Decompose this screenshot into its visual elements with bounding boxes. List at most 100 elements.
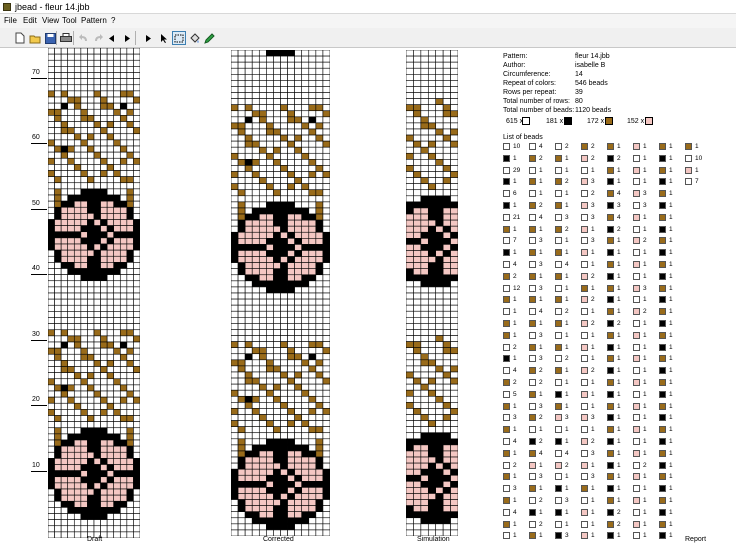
bead[interactable] [80, 84, 88, 92]
bead[interactable] [251, 165, 260, 172]
bead[interactable] [54, 157, 62, 165]
bead[interactable] [266, 414, 274, 421]
bead[interactable] [266, 462, 274, 470]
bead[interactable] [100, 311, 108, 318]
bead[interactable] [406, 213, 414, 221]
bead[interactable] [413, 316, 422, 324]
bead[interactable] [231, 146, 239, 154]
bead[interactable] [67, 298, 75, 306]
bead[interactable] [301, 389, 310, 397]
bead[interactable] [126, 225, 134, 233]
bead[interactable] [126, 513, 134, 520]
bead[interactable] [113, 194, 121, 202]
bead[interactable] [251, 377, 260, 385]
bead[interactable] [287, 505, 295, 513]
bead[interactable] [251, 140, 260, 148]
bead[interactable] [48, 366, 55, 373]
bead[interactable] [237, 383, 246, 391]
bead[interactable] [67, 127, 75, 135]
bead[interactable] [413, 92, 422, 99]
bead[interactable] [231, 140, 239, 148]
bead[interactable] [322, 86, 330, 93]
bead[interactable] [258, 298, 267, 306]
bead[interactable] [126, 451, 134, 459]
bead[interactable] [406, 92, 414, 99]
bead[interactable] [73, 304, 82, 312]
bead[interactable] [280, 323, 288, 330]
bead[interactable] [119, 525, 128, 533]
bead[interactable] [301, 61, 310, 69]
bead[interactable] [93, 231, 101, 239]
bead[interactable] [106, 59, 115, 67]
bead[interactable] [315, 116, 324, 124]
bead[interactable] [308, 116, 317, 124]
bead[interactable] [251, 183, 260, 191]
bead[interactable] [308, 189, 317, 197]
bead[interactable] [54, 231, 62, 239]
bead[interactable] [113, 353, 121, 361]
bead[interactable] [427, 122, 437, 130]
bead[interactable] [258, 55, 267, 63]
bead[interactable] [322, 347, 330, 355]
bead[interactable] [280, 395, 288, 403]
bead[interactable] [266, 298, 274, 306]
bead[interactable] [54, 127, 62, 135]
bead[interactable] [54, 182, 62, 190]
bead[interactable] [73, 72, 82, 79]
bead[interactable] [266, 389, 274, 397]
bead[interactable] [280, 140, 288, 148]
bead[interactable] [450, 414, 458, 421]
bead[interactable] [244, 365, 253, 373]
bead[interactable] [450, 80, 458, 87]
bead[interactable] [420, 213, 429, 221]
bead[interactable] [435, 487, 444, 494]
bead[interactable] [106, 200, 115, 208]
bead[interactable] [273, 207, 281, 215]
bead[interactable] [73, 157, 82, 165]
bead[interactable] [287, 481, 295, 488]
bead[interactable] [427, 365, 437, 373]
bead[interactable] [126, 151, 134, 159]
bead[interactable] [413, 389, 422, 397]
bead[interactable] [54, 519, 62, 527]
bead[interactable] [280, 92, 288, 99]
bead[interactable] [251, 152, 260, 160]
bead[interactable] [73, 262, 82, 269]
bead[interactable] [442, 487, 451, 494]
bead[interactable] [100, 402, 108, 410]
bead[interactable] [266, 73, 274, 81]
bead[interactable] [287, 517, 295, 525]
bead[interactable] [301, 183, 310, 191]
bead[interactable] [442, 122, 451, 130]
bead[interactable] [87, 390, 95, 398]
bead[interactable] [301, 517, 310, 525]
bead[interactable] [258, 383, 267, 391]
bead[interactable] [244, 505, 253, 513]
bead[interactable] [237, 238, 246, 245]
bead[interactable] [106, 194, 115, 202]
bead[interactable] [54, 243, 62, 251]
bead[interactable] [322, 408, 330, 415]
bead[interactable] [413, 511, 422, 519]
bead[interactable] [301, 335, 310, 342]
bead[interactable] [93, 200, 101, 208]
bead[interactable] [413, 134, 422, 142]
bead[interactable] [100, 53, 108, 61]
bead[interactable] [126, 157, 134, 165]
bead[interactable] [113, 243, 121, 251]
bead[interactable] [251, 323, 260, 330]
bead[interactable] [315, 183, 324, 191]
bead[interactable] [100, 445, 108, 453]
bead[interactable] [273, 402, 281, 409]
bead[interactable] [126, 482, 134, 490]
bead[interactable] [442, 499, 451, 506]
bead[interactable] [427, 213, 437, 221]
bead[interactable] [244, 402, 253, 409]
bead[interactable] [93, 347, 101, 355]
bead[interactable] [287, 110, 295, 118]
bead[interactable] [315, 377, 324, 385]
bead[interactable] [80, 366, 88, 373]
bead[interactable] [106, 133, 115, 141]
bead[interactable] [322, 499, 330, 506]
bead[interactable] [266, 207, 274, 215]
